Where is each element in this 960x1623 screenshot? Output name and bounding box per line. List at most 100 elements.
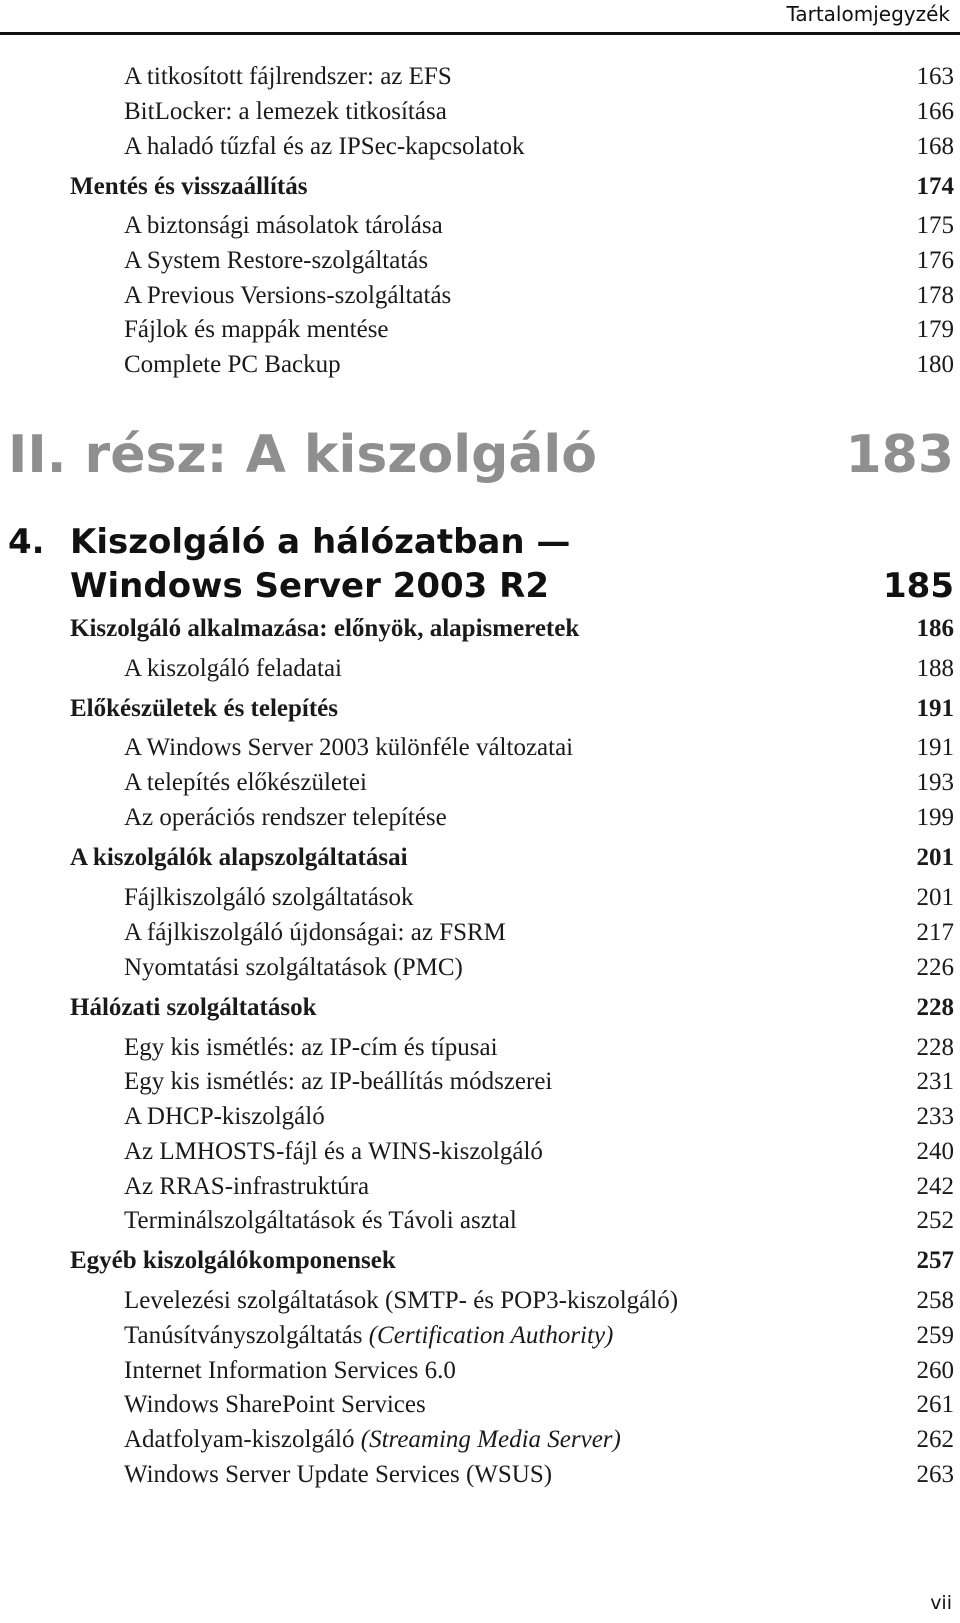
- toc-entry-title-italic: (Certification Authority): [368, 1322, 614, 1349]
- toc-subsection-entry[interactable]: A haladó tűzfal és az IPSec-kapcsolatok 1…: [0, 130, 960, 164]
- toc-section-entry[interactable]: Mentés és visszaállítás 174: [0, 170, 960, 204]
- toc-section-entry[interactable]: A kiszolgálók alapszolgáltatásai 201: [0, 841, 960, 875]
- toc-entry-title: Egyéb kiszolgálókomponensek: [70, 1244, 396, 1278]
- toc-entry-title: Complete PC Backup: [124, 348, 341, 382]
- toc-entry-title-text: A kiszolgálók alapszolgáltatásai: [70, 844, 408, 871]
- toc-subsection-entry[interactable]: Nyomtatási szolgáltatások (PMC) 226: [0, 951, 960, 985]
- toc-entry-page: 201: [916, 884, 955, 911]
- toc-entry-page: 201: [916, 844, 955, 871]
- toc-subsection-entry[interactable]: A titkosított fájlrendszer: az EFS 163: [0, 60, 960, 94]
- toc-section-entry[interactable]: Hálózati szolgáltatások 228: [0, 991, 960, 1025]
- toc-entry-title: Előkészületek és telepítés: [70, 692, 338, 726]
- toc-entry-page: 193: [916, 769, 955, 796]
- toc-subsection-entry[interactable]: Az LMHOSTS-fájl és a WINS-kiszolgáló 240: [0, 1135, 960, 1169]
- toc-entry-page: 231: [916, 1068, 955, 1095]
- toc-entry-title-text: A Windows Server 2003 különféle változat…: [124, 734, 574, 761]
- toc-entry-title: A Previous Versions-szolgáltatás: [124, 279, 451, 313]
- toc-entry-title: A titkosított fájlrendszer: az EFS: [124, 60, 452, 94]
- toc-entry-page: 166: [916, 98, 955, 125]
- toc-subsection-entry[interactable]: A kiszolgáló feladatai 188: [0, 652, 960, 686]
- toc-subsection-entry[interactable]: Az RRAS-infrastruktúra 242: [0, 1170, 960, 1204]
- toc-subsection-entry[interactable]: Internet Information Services 6.0 260: [0, 1354, 960, 1388]
- toc-entry-title: Tanúsítványszolgáltatás (Certification A…: [124, 1319, 613, 1353]
- chapter-number: 4.: [8, 522, 45, 562]
- toc-entry-title: Windows SharePoint Services: [124, 1388, 426, 1422]
- toc-subsection-entry[interactable]: A Previous Versions-szolgáltatás 178: [0, 279, 960, 313]
- toc-subsection-entry[interactable]: Fájlok és mappák mentése 179: [0, 313, 960, 347]
- toc-entry-title: Terminálszolgáltatások és Távoli asztal: [124, 1204, 517, 1238]
- toc-entry-page: 199: [916, 804, 955, 831]
- part-page: 183: [845, 425, 954, 485]
- toc-subsection-entry[interactable]: Terminálszolgáltatások és Távoli asztal 2…: [0, 1204, 960, 1238]
- toc-entry-title-text: Windows SharePoint Services: [124, 1391, 426, 1418]
- toc-entry-title-text: A Previous Versions-szolgáltatás: [124, 282, 452, 309]
- toc-entry-title: Az RRAS-infrastruktúra: [124, 1170, 369, 1204]
- part-heading[interactable]: II. rész: A kiszolgáló 183: [8, 425, 954, 485]
- toc-entry-title: Hálózati szolgáltatások: [70, 991, 317, 1025]
- toc-entry-page: 258: [916, 1287, 955, 1314]
- toc-entry-title-text: A biztonsági másolatok tárolása: [124, 212, 443, 239]
- toc-entry-page: 259: [916, 1322, 955, 1349]
- toc-entry-title-text: A telepítés előkészületei: [124, 769, 367, 796]
- toc-subsection-entry[interactable]: Fájlkiszolgáló szolgáltatások 201: [0, 881, 960, 915]
- toc-section-entry[interactable]: Kiszolgáló alkalmazása: előnyök, alapism…: [0, 612, 960, 646]
- toc-entry-title: Levelezési szolgáltatások (SMTP- és POP3…: [124, 1284, 678, 1318]
- toc-subsection-entry[interactable]: Adatfolyam-kiszolgáló (Streaming Media S…: [0, 1423, 960, 1457]
- toc-entry-page: 217: [916, 919, 955, 946]
- toc-entry-title-text: Complete PC Backup: [124, 351, 341, 378]
- toc-entry-title: Fájlkiszolgáló szolgáltatások: [124, 881, 414, 915]
- toc-entry-title-text: Levelezési szolgáltatások (SMTP- és POP3…: [124, 1287, 679, 1314]
- toc-subsection-entry[interactable]: A telepítés előkészületei 193: [0, 766, 960, 800]
- toc-entry-page: 228: [916, 1034, 955, 1061]
- toc-subsection-entry[interactable]: A fájlkiszolgáló újdonságai: az FSRM 217: [0, 916, 960, 950]
- toc-entry-page: 233: [916, 1103, 955, 1130]
- toc-subsection-entry[interactable]: A DHCP-kiszolgáló 233: [0, 1100, 960, 1134]
- toc-subsection-entry[interactable]: Windows Server Update Services (WSUS) 263: [0, 1458, 960, 1492]
- toc-subsection-entry[interactable]: Egy kis ismétlés: az IP-cím és típusai 22…: [0, 1031, 960, 1065]
- toc-entry-title-text: A haladó tűzfal és az IPSec-kapcsolatok: [124, 133, 525, 160]
- toc-entry-page: 176: [916, 247, 955, 274]
- toc-entry-title: A fájlkiszolgáló újdonságai: az FSRM: [124, 916, 506, 950]
- toc-entry-title-text: Az operációs rendszer telepítése: [124, 804, 447, 831]
- toc-entry-page: 191: [916, 734, 955, 761]
- toc-subsection-entry[interactable]: Tanúsítványszolgáltatás (Certification A…: [0, 1319, 960, 1353]
- toc-entry-page: 262: [916, 1426, 955, 1453]
- toc-entry-title-text: Internet Information Services 6.0: [124, 1357, 456, 1384]
- toc-entry-title-text: Tanúsítványszolgáltatás: [124, 1322, 363, 1349]
- toc-subsection-entry[interactable]: Windows SharePoint Services 261: [0, 1388, 960, 1422]
- toc-subsection-entry[interactable]: A biztonsági másolatok tárolása 175: [0, 209, 960, 243]
- toc-entry-page: 180: [916, 351, 955, 378]
- toc-entry-page: 226: [916, 954, 955, 981]
- toc-section-entry[interactable]: Előkészületek és telepítés 191: [0, 692, 960, 726]
- toc-entry-title-text: Kiszolgáló alkalmazása: előnyök, alapism…: [70, 615, 580, 642]
- chapter-heading[interactable]: 4. Kiszolgáló a hálózatban — Windows Ser…: [8, 520, 954, 610]
- toc-entry-title: Internet Information Services 6.0: [124, 1354, 456, 1388]
- toc-entry-page: 263: [916, 1461, 955, 1488]
- toc-entry-title: A telepítés előkészületei: [124, 766, 367, 800]
- toc-entry-title-text: A titkosított fájlrendszer: az EFS: [124, 63, 452, 90]
- toc-entry-title: Adatfolyam-kiszolgáló (Streaming Media S…: [124, 1423, 621, 1457]
- toc-entry-title-text: Egy kis ismétlés: az IP-cím és típusai: [124, 1034, 498, 1061]
- toc-entry-page: 257: [916, 1247, 955, 1274]
- toc-entry-page: 228: [916, 994, 955, 1021]
- toc-subsection-entry[interactable]: BitLocker: a lemezek titkosítása 166: [0, 95, 960, 129]
- toc-entry-title: A haladó tűzfal és az IPSec-kapcsolatok: [124, 130, 525, 164]
- toc-subsection-entry[interactable]: A Windows Server 2003 különféle változat…: [0, 731, 960, 765]
- toc-entry-title-text: Egy kis ismétlés: az IP-beállítás módsze…: [124, 1068, 553, 1095]
- toc-subsection-entry[interactable]: A System Restore-szolgáltatás 176: [0, 244, 960, 278]
- toc-subsection-entry[interactable]: Egy kis ismétlés: az IP-beállítás módsze…: [0, 1065, 960, 1099]
- toc-entry-title-text: Előkészületek és telepítés: [70, 695, 339, 722]
- toc-subsection-entry[interactable]: Az operációs rendszer telepítése 199: [0, 801, 960, 835]
- toc-entry-page: 240: [916, 1138, 955, 1165]
- toc-entry-title-text: Mentés és visszaállítás: [70, 173, 308, 200]
- toc-subsection-entry[interactable]: Levelezési szolgáltatások (SMTP- és POP3…: [0, 1284, 960, 1318]
- toc-entry-title: Egy kis ismétlés: az IP-cím és típusai: [124, 1031, 498, 1065]
- toc-section-entry[interactable]: Egyéb kiszolgálókomponensek 257: [0, 1244, 960, 1278]
- toc-entry-title-text: A kiszolgáló feladatai: [124, 655, 342, 682]
- toc-entry-page: 163: [916, 63, 955, 90]
- toc-subsection-entry[interactable]: Complete PC Backup 180: [0, 348, 960, 382]
- page-folio: vii: [930, 1592, 952, 1614]
- toc-entry-title-text: Hálózati szolgáltatások: [70, 994, 317, 1021]
- toc-entry-page: 191: [916, 695, 955, 722]
- toc-entry-title: Mentés és visszaállítás: [70, 170, 307, 204]
